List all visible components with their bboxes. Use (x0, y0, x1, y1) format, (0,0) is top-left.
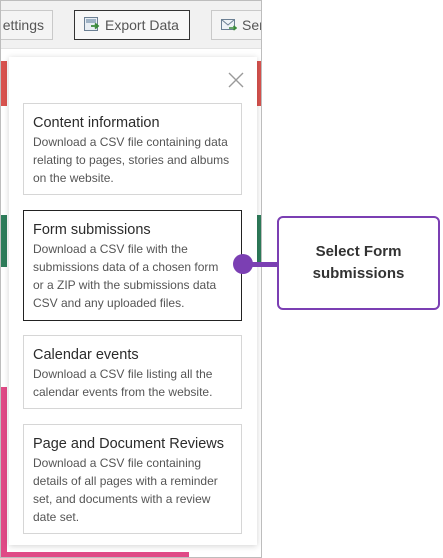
option-title: Form submissions (33, 222, 151, 238)
background-strip-red (257, 61, 261, 106)
background-strip-green (257, 215, 261, 267)
toolbar: ettings Export Data Sen (1, 1, 261, 49)
app-window: ettings Export Data Sen Co (0, 0, 262, 558)
export-icon (84, 17, 100, 31)
background-strip-pink (1, 387, 7, 557)
instruction-callout: Select Form submissions (277, 216, 440, 310)
export-data-label: Export Data (105, 17, 179, 33)
export-data-button[interactable]: Export Data (74, 10, 190, 40)
option-page-document-reviews[interactable]: Page and Document Reviews Download a CSV… (23, 424, 242, 534)
option-description: Download a CSV file containing data rela… (33, 135, 230, 185)
send-icon (221, 19, 237, 31)
option-title: Content information (33, 115, 160, 131)
export-options-popup: Content information Download a CSV file … (9, 57, 257, 545)
send-button[interactable]: Sen (211, 10, 261, 40)
callout-pointer-dot (233, 254, 253, 274)
option-content-information[interactable]: Content information Download a CSV file … (23, 103, 242, 195)
option-description: Download a CSV file with the submissions… (33, 242, 219, 310)
option-description: Download a CSV file containing details o… (33, 456, 218, 524)
settings-button-label: ettings (2, 17, 44, 33)
option-calendar-events[interactable]: Calendar events Download a CSV file list… (23, 335, 242, 409)
background-strip-green (1, 215, 7, 267)
send-button-label: Sen (242, 17, 261, 33)
option-description: Download a CSV file listing all the cale… (33, 367, 213, 399)
callout-text: Select Form submissions (312, 243, 405, 282)
option-title: Page and Document Reviews (33, 436, 225, 452)
option-title: Calendar events (33, 347, 139, 363)
settings-button[interactable]: ettings (1, 10, 53, 40)
background-strip-pink (1, 552, 189, 557)
close-icon[interactable] (227, 71, 245, 89)
background-strip-red (1, 61, 7, 106)
option-form-submissions[interactable]: Form submissions Download a CSV file wit… (23, 210, 242, 321)
